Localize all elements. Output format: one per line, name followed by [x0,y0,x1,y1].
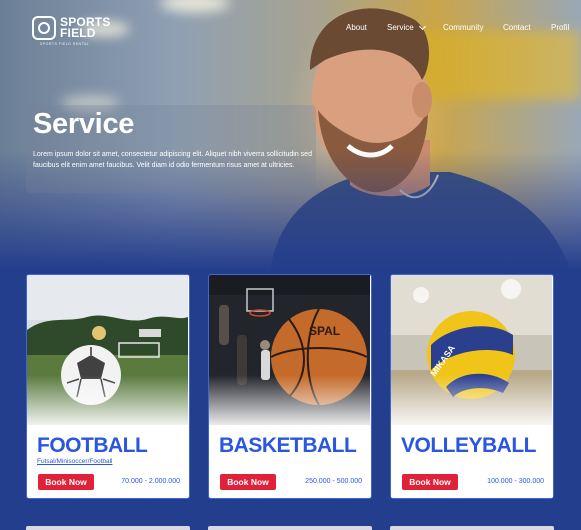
card-title: FOOTBALL [37,434,148,457]
nav-contact[interactable]: Contact [503,23,531,32]
card-title: VOLLEYBALL [401,434,537,457]
card-title: BASKETBALL [219,434,357,457]
service-card-basketball[interactable]: SPAL BASKETBALL Book Now 250.000 - 500.0… [208,274,372,499]
nav-profile[interactable]: Profil [551,23,569,32]
service-card-football[interactable]: FOOTBALL Futsal/Minisoccer/Football Book… [26,274,190,499]
card-subtitle-link[interactable]: Futsal/Minisoccer/Football [37,458,113,465]
price-range: 100.000 - 300.000 [487,478,544,485]
brand-logo[interactable]: SPORTS FIELD [32,16,111,40]
book-now-button[interactable]: Book Now [402,474,458,490]
svg-text:SPAL: SPAL [309,324,340,338]
nav-about[interactable]: About [346,23,367,32]
hero-description: Lorem ipsum dolor sit amet, consectetur … [33,151,312,169]
brand-tagline: SPORTS FIELD RENTAL [40,42,90,46]
service-card-volleyball[interactable]: MIKASA VOLLEYBALL Book Now 100.000 - 300… [390,274,554,499]
soccer-ball-icon [32,16,56,40]
nav-community[interactable]: Community [443,23,483,32]
nav-service-label: Service [387,23,414,32]
chevron-down-icon [418,22,426,30]
top-navbar: SPORTS FIELD SPORTS FIELD RENTAL About S… [0,0,581,56]
book-now-button[interactable]: Book Now [38,474,94,490]
price-range: 250.000 - 500.000 [305,478,362,485]
next-row-preview [0,523,581,530]
page-title: Service [33,108,135,140]
book-now-button[interactable]: Book Now [220,474,276,490]
price-range: 70.000 - 2.000.000 [121,478,180,485]
brand-name-line2: FIELD [60,26,96,40]
nav-service[interactable]: Service [387,22,426,32]
